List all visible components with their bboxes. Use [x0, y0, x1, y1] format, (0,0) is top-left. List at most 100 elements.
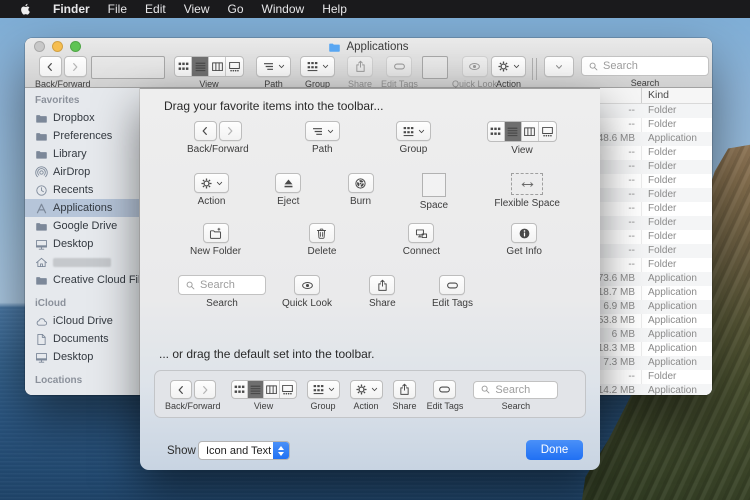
- search-field[interactable]: [178, 275, 266, 295]
- default-item-search[interactable]: Search: [473, 381, 558, 411]
- gallery-view-segment[interactable]: [539, 122, 556, 141]
- path-button[interactable]: [256, 56, 291, 77]
- sidebar-item-desktop[interactable]: Desktop: [25, 235, 139, 253]
- sidebar-item-icloud-drive[interactable]: iCloud Drive: [25, 312, 139, 330]
- sheet-item-new-folder[interactable]: New Folder: [190, 223, 241, 257]
- sidebar-item-applications[interactable]: Applications: [25, 199, 139, 217]
- sheet-item-connect[interactable]: Connect: [403, 223, 440, 257]
- toolbar-item-edit-tags[interactable]: Edit Tags: [381, 56, 418, 89]
- burn-button[interactable]: [348, 173, 374, 193]
- icon-view-segment[interactable]: [488, 122, 505, 141]
- quick-look-button[interactable]: [462, 56, 488, 77]
- group-button[interactable]: [307, 380, 340, 399]
- default-item-view[interactable]: View: [231, 380, 297, 411]
- group-button[interactable]: [300, 56, 335, 77]
- column-view-segment[interactable]: [522, 122, 539, 141]
- connect-button[interactable]: [408, 223, 434, 243]
- sheet-item-back-forward[interactable]: Back/Forward: [187, 121, 249, 156]
- action-button[interactable]: [194, 173, 229, 193]
- action-button[interactable]: [491, 56, 526, 77]
- menu-item-file[interactable]: File: [99, 0, 136, 18]
- column-view-segment[interactable]: [209, 57, 226, 76]
- share-button[interactable]: [369, 275, 395, 295]
- search-input[interactable]: [603, 60, 702, 72]
- delete-button[interactable]: [309, 223, 335, 243]
- toolbar-item-action[interactable]: Action: [491, 56, 526, 89]
- toolbar-item-overflow[interactable]: [544, 56, 574, 77]
- list-view-segment[interactable]: [505, 122, 522, 141]
- column-view-segment[interactable]: [264, 381, 280, 398]
- search-field[interactable]: [581, 56, 709, 76]
- search-input[interactable]: [200, 279, 259, 291]
- sheet-item-path[interactable]: Path: [305, 121, 340, 156]
- back-button[interactable]: [170, 380, 192, 399]
- list-view-segment[interactable]: [192, 57, 209, 76]
- forward-button[interactable]: [64, 56, 87, 77]
- menu-item-help[interactable]: Help: [313, 0, 356, 18]
- sidebar-item-creative-cloud-files[interactable]: Creative Cloud Files: [25, 271, 139, 289]
- toolbar-item-empty-slot[interactable]: [91, 56, 165, 79]
- search-input[interactable]: [495, 384, 551, 396]
- sheet-item-burn[interactable]: Burn: [348, 173, 374, 211]
- show-mode-popup[interactable]: Icon and Text: [198, 441, 290, 460]
- toolbar-item-view[interactable]: View: [174, 56, 244, 89]
- list-view-segment[interactable]: [248, 381, 264, 398]
- sheet-item-space[interactable]: Space: [420, 173, 448, 211]
- gallery-view-segment[interactable]: [280, 381, 296, 398]
- icon-view-segment[interactable]: [232, 381, 248, 398]
- default-item-action[interactable]: Action: [350, 380, 383, 411]
- get-info-button[interactable]: [511, 223, 537, 243]
- edit-tags-button[interactable]: [433, 380, 456, 399]
- menu-item-view[interactable]: View: [175, 0, 219, 18]
- toolbar-item-path[interactable]: Path: [256, 56, 291, 89]
- overflow-button[interactable]: [544, 56, 574, 77]
- sidebar-item-preferences[interactable]: Preferences: [25, 127, 139, 145]
- edit-tags-button[interactable]: [439, 275, 465, 295]
- sidebar-item-google-drive[interactable]: Google Drive: [25, 217, 139, 235]
- default-item-group[interactable]: Group: [307, 380, 340, 411]
- kind-column-header[interactable]: Kind: [648, 89, 669, 101]
- sheet-item-share[interactable]: Share: [369, 275, 396, 309]
- default-item-edit-tags[interactable]: Edit Tags: [427, 380, 464, 411]
- sidebar-item-desktop[interactable]: Desktop: [25, 348, 139, 366]
- menu-item-window[interactable]: Window: [253, 0, 314, 18]
- toolbar-item-search[interactable]: Search: [581, 56, 709, 88]
- search-field[interactable]: [473, 381, 558, 399]
- eject-button[interactable]: [275, 173, 301, 193]
- icon-view-segment[interactable]: [175, 57, 192, 76]
- path-button[interactable]: [305, 121, 340, 141]
- sheet-item-search[interactable]: Search: [178, 275, 266, 309]
- sheet-item-flexible-space[interactable]: Flexible Space: [494, 173, 560, 211]
- default-item-share[interactable]: Share: [393, 380, 417, 411]
- toolbar-item-empty-slot-small[interactable]: [422, 56, 448, 79]
- default-item-back-forward[interactable]: Back/Forward: [165, 380, 221, 411]
- toolbar-item-share[interactable]: Share: [347, 56, 373, 89]
- group-button[interactable]: [396, 121, 431, 141]
- back-button[interactable]: [194, 121, 217, 141]
- forward-button[interactable]: [219, 121, 242, 141]
- new-folder-button[interactable]: [203, 223, 229, 243]
- action-button[interactable]: [350, 380, 383, 399]
- back-button[interactable]: [39, 56, 62, 77]
- share-button[interactable]: [393, 380, 416, 399]
- default-toolbar-set[interactable]: Back/Forward View Group Action Share Edit Tag…: [154, 370, 586, 418]
- done-button[interactable]: Done: [526, 440, 583, 460]
- sheet-item-action[interactable]: Action: [194, 173, 229, 211]
- toolbar-item-group[interactable]: Group: [300, 56, 335, 89]
- sheet-item-group[interactable]: Group: [396, 121, 431, 156]
- sidebar-item-home[interactable]: [25, 253, 139, 271]
- sheet-item-eject[interactable]: Eject: [275, 173, 301, 211]
- sidebar-item-documents[interactable]: Documents: [25, 330, 139, 348]
- menu-item-finder[interactable]: Finder: [44, 0, 99, 18]
- quick-look-button[interactable]: [294, 275, 320, 295]
- sidebar-item-dropbox[interactable]: Dropbox: [25, 109, 139, 127]
- menu-item-go[interactable]: Go: [219, 0, 253, 18]
- sheet-item-quick-look[interactable]: Quick Look: [282, 275, 332, 309]
- apple-icon[interactable]: [18, 2, 32, 16]
- edit-tags-button[interactable]: [386, 56, 412, 77]
- forward-button[interactable]: [194, 380, 216, 399]
- sidebar-item-airdrop[interactable]: AirDrop: [25, 163, 139, 181]
- sheet-item-view[interactable]: View: [487, 121, 557, 156]
- toolbar-item-back-forward[interactable]: Back/Forward: [35, 56, 91, 89]
- sidebar-item-recents[interactable]: Recents: [25, 181, 139, 199]
